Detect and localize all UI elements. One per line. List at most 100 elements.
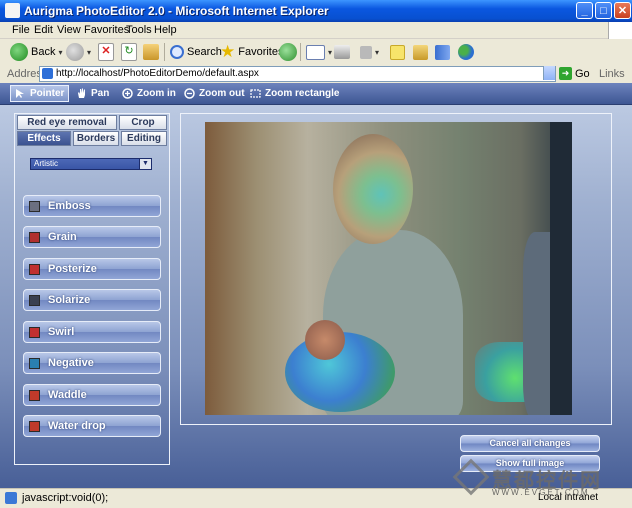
- stop-button[interactable]: ✕: [98, 42, 114, 62]
- address-bar: Address http://localhost/PhotoEditorDemo…: [0, 65, 632, 84]
- discuss-button[interactable]: [390, 42, 405, 62]
- stop-icon: ✕: [98, 43, 114, 61]
- swirl-button[interactable]: Swirl: [23, 321, 161, 343]
- app-icon: [5, 3, 20, 18]
- print-button[interactable]: [334, 42, 350, 62]
- back-arrow-icon: [10, 43, 28, 61]
- windows-logo-icon: [608, 22, 632, 39]
- toolbar-separator: [300, 43, 301, 61]
- edit-button[interactable]: ▾: [360, 42, 379, 62]
- menu-file[interactable]: File: [12, 24, 30, 36]
- negative-button[interactable]: Negative: [23, 352, 161, 374]
- menu-bar: File Edit View Favorites Tools Help: [0, 22, 632, 39]
- hand-icon: [78, 88, 85, 98]
- water-drop-icon: [29, 420, 40, 432]
- mail-icon: [306, 44, 325, 60]
- users-icon: [458, 44, 474, 60]
- photo-left-glass: [305, 320, 345, 360]
- menu-view[interactable]: View: [57, 24, 81, 36]
- watermark-logo-icon: [452, 458, 490, 496]
- mail-button[interactable]: ▾: [306, 42, 332, 62]
- water-drop-label: Water drop: [48, 420, 106, 432]
- go-button[interactable]: ➜ Go: [559, 67, 590, 80]
- star-icon: ★: [220, 42, 236, 61]
- watermark-subtext: WWW.EVGET.COM: [492, 488, 590, 497]
- refresh-button[interactable]: ↻: [121, 42, 137, 62]
- grain-button[interactable]: Grain: [23, 226, 161, 248]
- swirl-label: Swirl: [48, 326, 75, 338]
- favorites-button[interactable]: ★ Favorites: [220, 42, 284, 62]
- tab-red-eye-removal[interactable]: Red eye removal: [17, 115, 117, 130]
- research-button[interactable]: [413, 42, 428, 62]
- edited-photo[interactable]: [205, 122, 572, 415]
- menu-favorites[interactable]: Favorites: [84, 24, 129, 36]
- address-dropdown-button[interactable]: [543, 66, 555, 80]
- tool-pan[interactable]: Pan: [76, 86, 109, 101]
- status-text: javascript:void(0);: [22, 492, 109, 504]
- forward-button[interactable]: ▾: [66, 42, 91, 62]
- watermark: 慧都控件网 WWW.EVGET.COM: [452, 458, 632, 507]
- note-icon: [390, 44, 405, 60]
- tab-editing[interactable]: Editing: [121, 131, 167, 146]
- history-button[interactable]: [279, 42, 297, 62]
- editor-toolbar: Pointer Pan Zoom in Zoom out Zoom rectan…: [0, 83, 632, 105]
- messenger-button[interactable]: [435, 42, 450, 62]
- tool-zoom-out-label: Zoom out: [199, 88, 245, 99]
- users-button[interactable]: [458, 42, 474, 62]
- emboss-button[interactable]: Emboss: [23, 195, 161, 217]
- waddle-label: Waddle: [48, 389, 87, 401]
- swirl-icon: [29, 326, 40, 338]
- mail-dropdown-icon[interactable]: ▾: [328, 48, 332, 57]
- address-url: http://localhost/PhotoEditorDemo/default…: [56, 68, 259, 79]
- tool-pointer[interactable]: Pointer: [10, 85, 70, 102]
- search-button[interactable]: Search: [170, 42, 222, 62]
- links-button[interactable]: Links: [599, 68, 625, 80]
- solarize-icon: [29, 294, 40, 306]
- address-input[interactable]: http://localhost/PhotoEditorDemo/default…: [39, 66, 556, 82]
- edit-dropdown-icon[interactable]: ▾: [375, 48, 379, 57]
- tab-crop[interactable]: Crop: [119, 115, 167, 130]
- close-button[interactable]: ✕: [614, 2, 631, 19]
- grain-icon: [29, 231, 40, 243]
- tools-panel: Red eye removal Crop Effects Borders Edi…: [14, 113, 170, 465]
- messenger-icon: [435, 44, 450, 60]
- minimize-button[interactable]: _: [576, 2, 593, 19]
- back-dropdown-icon[interactable]: ▾: [58, 48, 62, 57]
- forward-dropdown-icon[interactable]: ▾: [87, 48, 91, 57]
- zoom-in-icon: [122, 88, 133, 99]
- posterize-icon: [29, 263, 40, 275]
- posterize-label: Posterize: [48, 263, 97, 275]
- effect-category-select[interactable]: Artistic ▼: [30, 158, 152, 170]
- maximize-button[interactable]: □: [595, 2, 612, 19]
- photo-head: [333, 134, 413, 244]
- solarize-button[interactable]: Solarize: [23, 289, 161, 311]
- tool-zoom-in-label: Zoom in: [137, 88, 176, 99]
- tool-zoom-out[interactable]: Zoom out: [184, 86, 245, 101]
- menu-tools[interactable]: Tools: [126, 24, 152, 36]
- waddle-button[interactable]: Waddle: [23, 384, 161, 406]
- photo-dark-edge: [550, 122, 572, 415]
- window-title-bar[interactable]: Aurigma PhotoEditor 2.0 - Microsoft Inte…: [0, 0, 632, 22]
- emboss-icon: [29, 200, 40, 212]
- page-content: Pointer Pan Zoom in Zoom out Zoom rectan…: [0, 83, 632, 488]
- posterize-button[interactable]: Posterize: [23, 258, 161, 280]
- negative-label: Negative: [48, 357, 94, 369]
- edit-icon: [360, 45, 372, 59]
- tab-effects[interactable]: Effects: [17, 131, 71, 146]
- negative-icon: [29, 357, 40, 369]
- tool-pointer-label: Pointer: [30, 88, 65, 99]
- tool-zoom-in[interactable]: Zoom in: [122, 86, 176, 101]
- back-button[interactable]: Back ▾: [10, 42, 62, 62]
- home-button[interactable]: [143, 42, 159, 62]
- tool-zoom-rectangle[interactable]: Zoom rectangle: [250, 86, 339, 101]
- print-icon: [334, 45, 350, 59]
- toolbar-separator: [164, 43, 165, 61]
- menu-edit[interactable]: Edit: [34, 24, 53, 36]
- tab-borders[interactable]: Borders: [73, 131, 119, 146]
- page-icon: [42, 68, 53, 79]
- menu-help[interactable]: Help: [154, 24, 177, 36]
- water-drop-button[interactable]: Water drop: [23, 415, 161, 437]
- waddle-icon: [29, 389, 40, 401]
- go-arrow-icon: ➜: [559, 67, 572, 80]
- cancel-all-changes-button[interactable]: Cancel all changes: [460, 435, 600, 452]
